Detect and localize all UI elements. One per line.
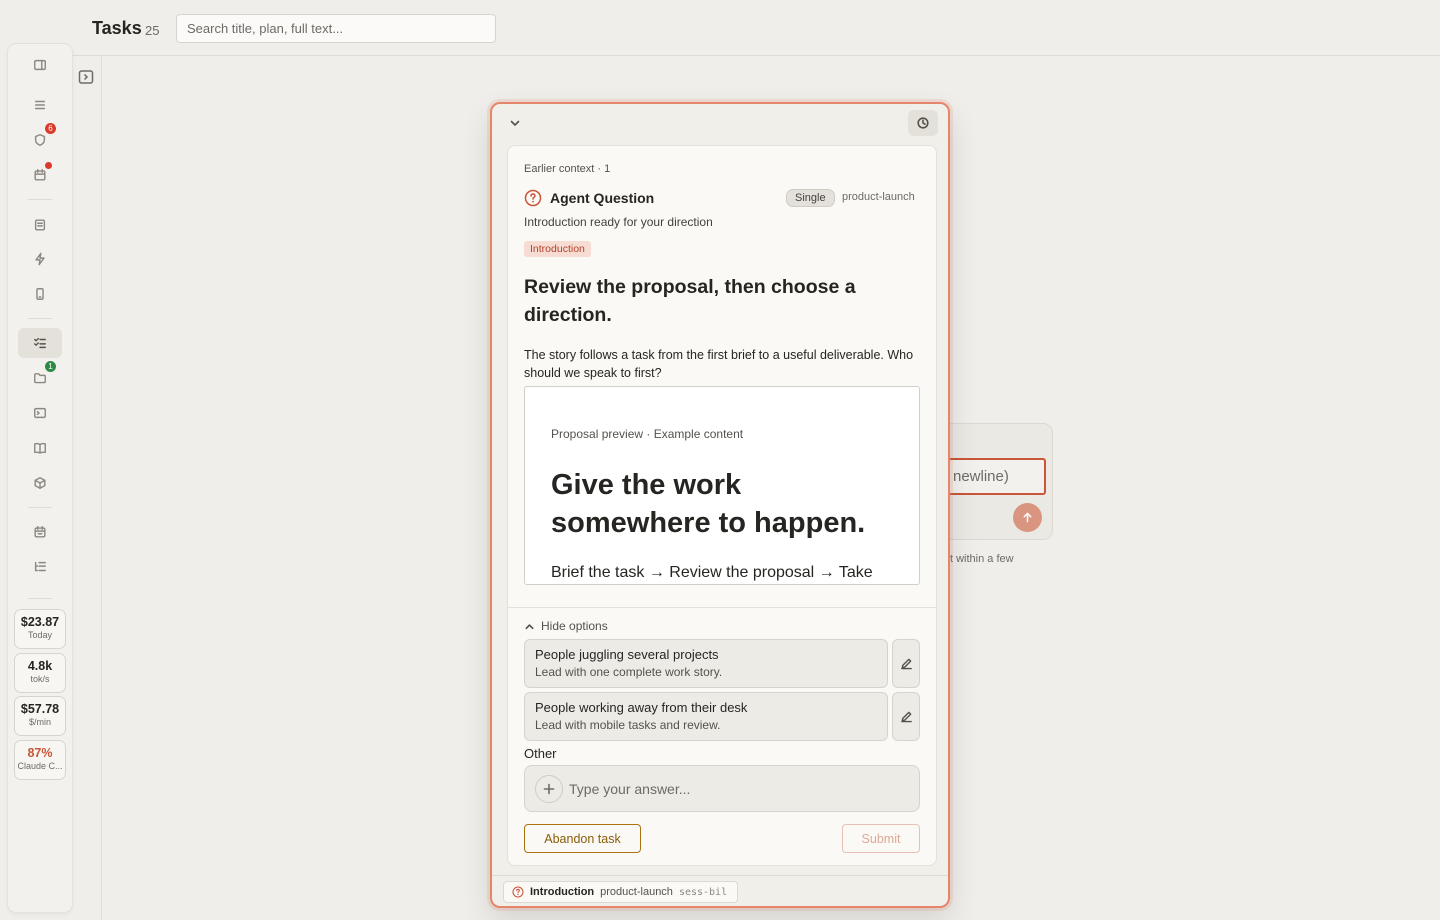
options-divider — [508, 607, 936, 608]
stat-value: $23.87 — [20, 615, 60, 629]
schedule-icon[interactable] — [18, 517, 62, 547]
stat-tokens-per-second[interactable]: 4.8k tok/s — [14, 653, 66, 693]
rail-divider — [28, 598, 52, 599]
pencil-icon — [900, 711, 912, 723]
preview-headline: Give the work somewhere to happen. — [551, 469, 866, 539]
top-bar: Tasks 25 — [72, 0, 1440, 56]
stat-cost-per-minute[interactable]: $57.78 $/min — [14, 696, 66, 736]
stat-value: 87% — [27, 746, 53, 760]
earlier-context-link[interactable]: Earlier context · 1 — [524, 163, 610, 175]
footer-session: sess-bil — [678, 886, 728, 898]
project-label: product-launch — [842, 191, 915, 203]
stat-label: $/min — [28, 717, 51, 727]
stat-usage[interactable]: 87% Claude C... — [14, 740, 66, 780]
question-body: The story follows a task from the first … — [524, 348, 914, 380]
option-description: Lead with one complete work story. — [535, 665, 723, 679]
calendar-alert-dot — [45, 162, 52, 169]
lightning-icon[interactable] — [18, 244, 62, 274]
terminal-icon[interactable] — [18, 398, 62, 428]
arrow-up-icon — [1023, 512, 1032, 523]
mobile-icon[interactable] — [18, 279, 62, 309]
edit-option-button[interactable] — [892, 692, 920, 741]
task-footer-chip[interactable]: Introduction product-launch sess-bil — [503, 881, 739, 903]
rail-divider — [28, 507, 52, 508]
folder-icon[interactable]: 1 — [18, 361, 62, 393]
stat-label: tok/s — [30, 674, 50, 684]
edit-option-button[interactable] — [892, 639, 920, 688]
other-label: Other — [524, 746, 557, 761]
option-item[interactable]: People juggling several projects Lead wi… — [524, 639, 888, 688]
package-icon[interactable] — [18, 468, 62, 498]
option-title: People juggling several projects — [535, 647, 719, 662]
chevron-down-icon — [510, 120, 520, 126]
page-title: Tasks — [92, 18, 142, 38]
submit-button[interactable]: Submit — [842, 824, 920, 853]
footer-title: Introduction — [530, 886, 595, 898]
attach-button[interactable] — [535, 775, 563, 803]
chevron-up-icon — [525, 623, 534, 629]
footer-project: product-launch — [600, 886, 673, 898]
option-item[interactable]: People working away from their desk Lead… — [524, 692, 888, 741]
task-count: 25 — [145, 23, 160, 38]
plus-icon — [543, 783, 555, 795]
stat-cost-today[interactable]: $23.87 Today — [14, 609, 66, 649]
rail-divider — [28, 318, 52, 319]
panel-toggle-icon[interactable] — [78, 69, 96, 87]
search-input[interactable] — [176, 14, 496, 43]
panel-divider — [101, 56, 102, 920]
tasks-icon[interactable] — [18, 328, 62, 358]
question-title: Agent Question — [550, 190, 655, 206]
rail-divider — [28, 199, 52, 200]
projects-badge: 1 — [45, 361, 56, 372]
agent-question-modal: Earlier context · 1 Agent Question Singl… — [490, 102, 950, 908]
stat-label: Today — [27, 630, 53, 640]
option-title: People working away from their desk — [535, 700, 748, 715]
abandon-task-button[interactable]: Abandon task — [524, 824, 641, 853]
history-button[interactable] — [908, 110, 938, 136]
send-button[interactable] — [1013, 503, 1042, 532]
notes-icon[interactable] — [18, 210, 62, 240]
preview-flow: Brief the task → Review the proposal → T… — [551, 564, 873, 581]
question-headline: Review the proposal, then choose a direc… — [524, 276, 856, 326]
menu-icon[interactable] — [18, 90, 62, 120]
approvals-badge: 6 — [45, 123, 56, 134]
preview-kicker: Proposal preview · Example content — [551, 427, 744, 441]
proposal-preview[interactable]: Proposal preview · Example content Give … — [524, 386, 920, 585]
list-tree-icon[interactable] — [18, 552, 62, 582]
stat-label: Claude C... — [17, 761, 63, 771]
question-icon — [524, 189, 542, 207]
collapse-button[interactable] — [506, 114, 524, 132]
pencil-icon — [900, 658, 912, 670]
answer-input[interactable] — [569, 778, 909, 800]
sidebar-toggle-icon[interactable] — [18, 50, 62, 80]
question-subtitle: Introduction ready for your direction — [524, 215, 713, 229]
stat-value: $57.78 — [20, 702, 60, 716]
clock-icon — [917, 117, 929, 129]
answer-box — [524, 765, 920, 812]
hide-options-label: Hide options — [541, 619, 608, 633]
stage-tag: Introduction — [524, 241, 591, 257]
background-hint: t within a few — [950, 553, 1014, 565]
option-description: Lead with mobile tasks and review. — [535, 718, 721, 732]
question-icon — [512, 886, 524, 898]
left-rail: 6 1 $23.87 Today 4.8k tok/s $57.78 $/min… — [8, 44, 72, 912]
hide-options-toggle[interactable]: Hide options — [524, 619, 608, 633]
shield-icon[interactable]: 6 — [18, 123, 62, 155]
book-icon[interactable] — [18, 433, 62, 463]
footer-divider — [492, 875, 948, 876]
stat-value: 4.8k — [27, 659, 53, 673]
question-card: Earlier context · 1 Agent Question Singl… — [507, 145, 937, 866]
calendar-icon[interactable] — [18, 160, 62, 190]
mode-badge: Single — [786, 189, 835, 207]
